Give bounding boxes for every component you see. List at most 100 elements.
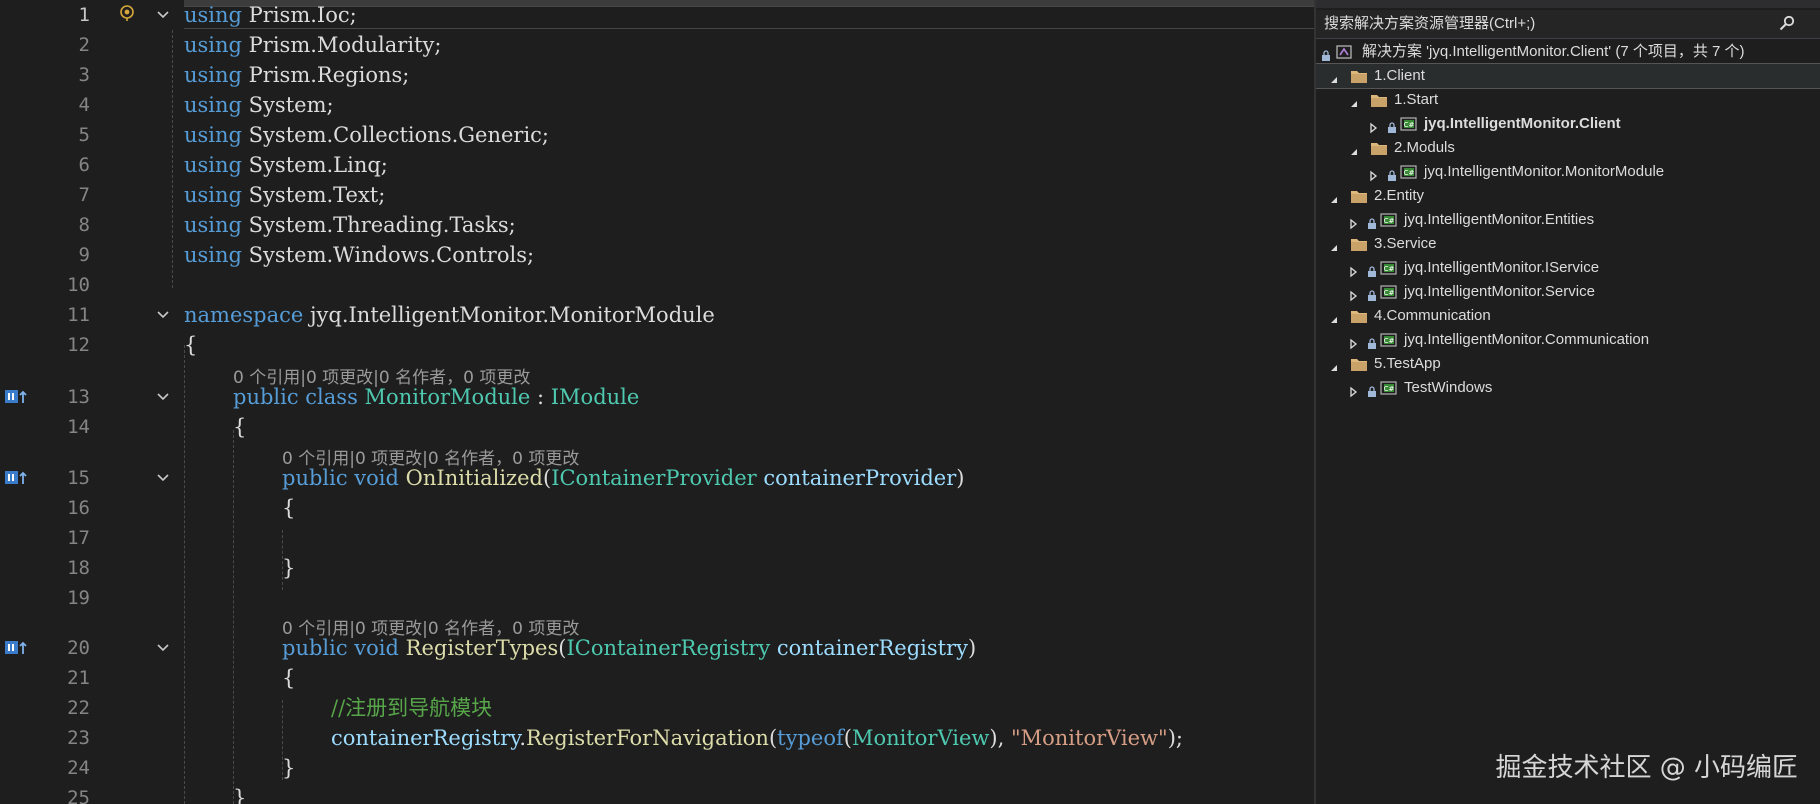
collapsed-arrow-icon[interactable]	[1368, 166, 1380, 182]
code-line[interactable]: 11 namespace jyq.IntelligentMonitor.Monit…	[0, 300, 1314, 330]
tree-folder[interactable]: 1.Client	[1316, 63, 1820, 89]
code-text[interactable]: {	[282, 663, 295, 693]
code-line[interactable]: 18}	[0, 553, 1314, 583]
code-line[interactable]: 16 {	[0, 493, 1314, 523]
code-token: }	[282, 756, 296, 780]
collapsed-arrow-icon[interactable]	[1348, 262, 1360, 278]
expanded-arrow-icon[interactable]	[1328, 70, 1340, 83]
line-number: 17	[67, 527, 90, 549]
code-line[interactable]: 5 using System.Collections.Generic;	[0, 120, 1314, 150]
code-text[interactable]: using Prism.Ioc;	[184, 0, 357, 30]
expanded-arrow-icon[interactable]	[1328, 310, 1340, 323]
tree-folder[interactable]: 3.Service	[1316, 232, 1820, 256]
code-line[interactable]: 13 public class MonitorModule : IModule	[0, 382, 1314, 412]
code-text[interactable]: namespace jyq.IntelligentMonitor.Monitor…	[184, 300, 715, 330]
collapse-chevron-icon[interactable]	[156, 641, 170, 655]
tree-project[interactable]: C# jyq.IntelligentMonitor.Entities	[1316, 208, 1820, 232]
folder-icon	[1350, 356, 1368, 371]
code-text[interactable]: {	[184, 330, 197, 360]
code-line[interactable]: 22 //注册到导航模块	[0, 693, 1314, 723]
collapsed-arrow-icon[interactable]	[1348, 286, 1360, 302]
tree-folder[interactable]: 2.Entity	[1316, 184, 1820, 208]
collapsed-arrow-icon[interactable]	[1348, 334, 1360, 350]
tree-project[interactable]: C# jyq.IntelligentMonitor.IService	[1316, 256, 1820, 280]
code-text[interactable]: using System.Collections.Generic;	[184, 120, 549, 150]
codelens-references[interactable]: 0 个引用|0 项更改|0 名作者，0 项更改	[282, 617, 579, 641]
code-text[interactable]: using System.Windows.Controls;	[184, 240, 534, 270]
code-token: System.Windows.Controls;	[242, 243, 535, 267]
explorer-search-box[interactable]: 搜索解决方案资源管理器(Ctrl+;)	[1316, 10, 1820, 39]
code-line[interactable]: 1 using Prism.Ioc;	[0, 0, 1314, 30]
quick-actions-lightbulb-icon[interactable]	[118, 4, 136, 22]
tree-project[interactable]: C# jyq.IntelligentMonitor.Service	[1316, 280, 1820, 304]
tree-folder[interactable]: 2.Moduls	[1316, 136, 1820, 160]
collapse-chevron-icon[interactable]	[156, 471, 170, 485]
code-line[interactable]: 8 using System.Threading.Tasks;	[0, 210, 1314, 240]
tree-folder[interactable]: 1.Start	[1316, 88, 1820, 112]
code-text[interactable]: using System.Threading.Tasks;	[184, 210, 516, 240]
search-icon[interactable]	[1778, 15, 1796, 33]
solution-explorer[interactable]: 搜索解决方案资源管理器(Ctrl+;) 解决方案 'jyq.Intelligen…	[1314, 0, 1820, 804]
expanded-arrow-icon[interactable]	[1328, 358, 1340, 371]
code-text[interactable]: using System.Linq;	[184, 150, 388, 180]
tree-project[interactable]: C# jyq.IntelligentMonitor.Client	[1316, 112, 1820, 136]
tree-folder[interactable]: 4.Communication	[1316, 304, 1820, 328]
expanded-arrow-icon[interactable]	[1328, 238, 1340, 251]
code-line[interactable]: 21 {	[0, 663, 1314, 693]
code-line[interactable]: 12 {	[0, 330, 1314, 360]
code-line[interactable]: 9 using System.Windows.Controls;	[0, 240, 1314, 270]
code-text[interactable]: }	[282, 553, 295, 583]
collapse-chevron-icon[interactable]	[156, 390, 170, 404]
expanded-arrow-icon[interactable]	[1348, 94, 1360, 107]
code-text[interactable]: //注册到导航模块	[331, 693, 492, 723]
code-text[interactable]: {	[233, 412, 246, 442]
collapse-chevron-icon[interactable]	[156, 308, 170, 322]
codelens-references[interactable]: 0 个引用|0 项更改|0 名作者，0 项更改	[233, 366, 530, 390]
implements-interface-icon[interactable]	[4, 388, 30, 406]
code-line[interactable]: 17	[0, 523, 1314, 553]
tree-project[interactable]: C# jyq.IntelligentMonitor.MonitorModule	[1316, 160, 1820, 184]
expanded-arrow-icon[interactable]	[1348, 142, 1360, 155]
code-line[interactable]: 6 using System.Linq;	[0, 150, 1314, 180]
code-text[interactable]: {	[282, 493, 295, 523]
tree-project[interactable]: C# TestWindows	[1316, 376, 1820, 400]
code-line[interactable]: 4 using System;	[0, 90, 1314, 120]
collapsed-arrow-icon[interactable]	[1348, 214, 1360, 230]
implements-interface-icon[interactable]	[4, 469, 30, 487]
code-line[interactable]: 3 using Prism.Regions;	[0, 60, 1314, 90]
code-line[interactable]: 7 using System.Text;	[0, 180, 1314, 210]
tree-folder[interactable]: 5.TestApp	[1316, 352, 1820, 376]
code-line[interactable]: 20 public void RegisterTypes(IContainerRe…	[0, 633, 1314, 663]
codelens-references[interactable]: 0 个引用|0 项更改|0 名作者，0 项更改	[282, 447, 579, 471]
code-token: Prism.Ioc;	[242, 3, 357, 27]
code-text[interactable]: using System.Text;	[184, 180, 385, 210]
tree-item-label: TestWindows	[1404, 379, 1493, 396]
code-line[interactable]: 15 public void OnInitialized(IContainerPr…	[0, 463, 1314, 493]
code-line[interactable]: 24}	[0, 753, 1314, 783]
code-editor[interactable]: 1 using Prism.Ioc; 2 using Prism.Modularity…	[0, 0, 1314, 804]
code-line[interactable]: 2 using Prism.Modularity;	[0, 30, 1314, 60]
code-line[interactable]: 10	[0, 270, 1314, 300]
tree-item-label: jyq.IntelligentMonitor.Communication	[1404, 331, 1650, 348]
tree-project[interactable]: C# jyq.IntelligentMonitor.Communication	[1316, 328, 1820, 352]
collapse-chevron-icon[interactable]	[156, 8, 170, 22]
code-token: (	[843, 726, 852, 750]
collapsed-arrow-icon[interactable]	[1368, 118, 1380, 134]
code-text[interactable]: using Prism.Regions;	[184, 60, 409, 90]
solution-node[interactable]: 解决方案 'jyq.IntelligentMonitor.Client' (7 …	[1316, 40, 1820, 64]
collapsed-arrow-icon[interactable]	[1348, 382, 1360, 398]
code-text[interactable]: }	[282, 753, 295, 783]
code-line[interactable]: 25}	[0, 783, 1314, 804]
expanded-arrow-icon[interactable]	[1328, 190, 1340, 203]
implements-interface-icon[interactable]	[4, 639, 30, 657]
code-text[interactable]: using Prism.Modularity;	[184, 30, 441, 60]
code-line[interactable]: 23 containerRegistry.RegisterForNavigatio…	[0, 723, 1314, 753]
code-token: System.Text;	[242, 183, 386, 207]
code-text[interactable]: using System;	[184, 90, 334, 120]
code-line[interactable]: 14 {	[0, 412, 1314, 442]
code-text[interactable]: }	[233, 783, 246, 804]
code-text[interactable]: containerRegistry.RegisterForNavigation(…	[331, 723, 1183, 753]
line-number: 22	[67, 697, 90, 719]
code-line[interactable]: 19	[0, 583, 1314, 613]
lock-icon	[1387, 166, 1397, 181]
